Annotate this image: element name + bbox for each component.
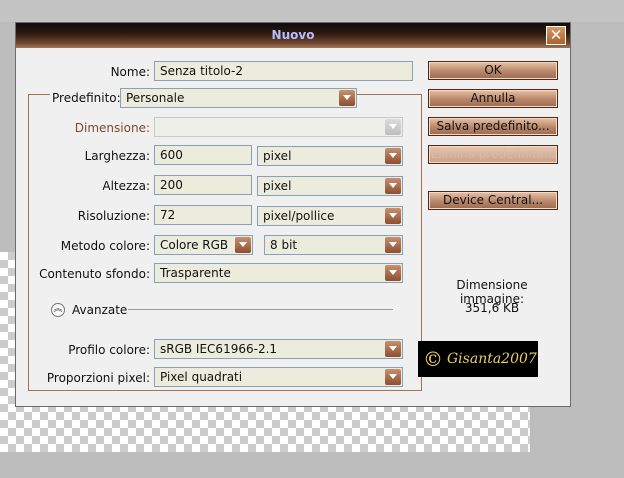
chevron-down-icon	[385, 237, 401, 253]
profilo-colore-label: Profilo colore:	[68, 343, 150, 357]
dimensione-label: Dimensione:	[74, 121, 150, 135]
contenuto-sfondo-value: Trasparente	[160, 266, 231, 280]
new-document-dialog: Nuovo ✕ Nome: Senza titolo-2 Predefinito…	[15, 22, 571, 407]
contenuto-sfondo-select[interactable]: Trasparente	[154, 263, 403, 283]
larghezza-input[interactable]: 600	[154, 145, 252, 165]
device-central-button[interactable]: Device Central...	[428, 191, 558, 210]
proporzioni-pixel-value: Pixel quadrati	[160, 370, 243, 384]
collapse-advanced-icon[interactable]: ︽	[51, 303, 65, 317]
advanced-separator	[128, 309, 393, 310]
predefinito-label: Predefinito:	[50, 91, 123, 105]
avanzate-label: Avanzate	[72, 303, 128, 317]
contenuto-sfondo-label: Contenuto sfondo:	[39, 267, 150, 281]
elimina-predefinito-button[interactable]: Elimina predefinito...	[428, 145, 558, 164]
risoluzione-input[interactable]: 72	[154, 205, 252, 225]
risoluzione-unit-select[interactable]: pixel/pollice	[257, 206, 403, 226]
altezza-unit-value: pixel	[263, 179, 292, 193]
larghezza-label: Larghezza:	[84, 149, 150, 163]
bit-depth-select[interactable]: 8 bit	[264, 235, 403, 255]
altezza-input[interactable]: 200	[154, 175, 252, 195]
dimensione-select[interactable]	[154, 117, 403, 137]
title-bar[interactable]: Nuovo ✕	[16, 23, 570, 48]
larghezza-unit-value: pixel	[263, 149, 292, 163]
chevron-down-icon	[385, 369, 401, 385]
metodo-colore-label: Metodo colore:	[60, 239, 150, 253]
chevron-down-icon	[385, 341, 401, 357]
chevron-down-icon	[339, 90, 355, 106]
profilo-colore-select[interactable]: sRGB IEC61966-2.1	[154, 339, 403, 359]
nome-input[interactable]: Senza titolo-2	[154, 61, 413, 81]
larghezza-unit-select[interactable]: pixel	[257, 146, 403, 166]
copyright-icon: ©	[423, 347, 443, 371]
chevron-down-icon	[385, 119, 401, 135]
nome-label: Nome:	[110, 65, 150, 79]
metodo-colore-value: Colore RGB	[160, 238, 229, 252]
chevron-down-icon	[385, 265, 401, 281]
metodo-colore-select[interactable]: Colore RGB	[154, 235, 253, 255]
altezza-unit-select[interactable]: pixel	[257, 176, 403, 196]
chevron-down-icon	[385, 208, 401, 224]
chevron-down-icon	[235, 237, 251, 253]
risoluzione-label: Risoluzione:	[77, 209, 150, 223]
chevron-down-icon	[385, 178, 401, 194]
dialog-title: Nuovo	[271, 28, 315, 42]
watermark-logo: © Gisanta2007	[418, 341, 538, 377]
predefinito-value: Personale	[126, 91, 185, 105]
canvas-background-top	[0, 0, 624, 22]
watermark-text: Gisanta2007	[447, 351, 537, 367]
altezza-label: Altezza:	[102, 179, 150, 193]
annulla-button[interactable]: Annulla	[428, 89, 558, 108]
risoluzione-unit-value: pixel/pollice	[263, 209, 335, 223]
predefinito-select[interactable]: Personale	[120, 88, 357, 108]
chevron-down-icon	[385, 148, 401, 164]
ok-button[interactable]: OK	[428, 61, 558, 80]
proporzioni-pixel-label: Proporzioni pixel:	[46, 371, 150, 385]
proporzioni-pixel-select[interactable]: Pixel quadrati	[154, 367, 403, 387]
salva-predefinito-button[interactable]: Salva predefinito...	[428, 117, 558, 136]
close-icon[interactable]: ✕	[546, 26, 566, 45]
profilo-colore-value: sRGB IEC61966-2.1	[160, 342, 278, 356]
dimensione-immagine-value: 351,6 KB	[464, 301, 520, 315]
bit-depth-value: 8 bit	[270, 238, 298, 252]
